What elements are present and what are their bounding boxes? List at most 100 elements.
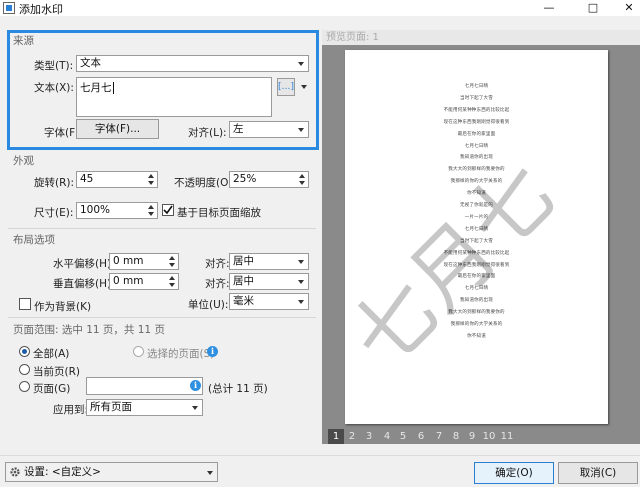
opacity-value: 25% xyxy=(233,173,257,185)
align-label: 对齐(L): xyxy=(188,127,227,139)
type-select[interactable]: 文本 xyxy=(76,55,309,72)
apply-to-label: 应用到: xyxy=(53,404,89,416)
chevron-down-icon xyxy=(301,85,307,89)
checkmark-icon xyxy=(163,205,173,215)
unit-label: 单位(U): xyxy=(188,299,229,311)
page-number-button[interactable]: 11 xyxy=(498,429,516,444)
insert-macro-dropdown[interactable] xyxy=(297,78,309,96)
opacity-spinbox[interactable]: 25% xyxy=(229,171,309,188)
v-offset-label: 垂直偏移(H): xyxy=(53,278,115,290)
chevron-down-icon xyxy=(298,300,304,304)
total-pages-label: (总计 11 页) xyxy=(208,383,268,395)
watermark-layer: 七月七 xyxy=(345,146,574,387)
all-pages-radio[interactable] xyxy=(19,346,30,357)
v-offset-value: 0 mm xyxy=(113,275,144,287)
page-number-button[interactable]: 2 xyxy=(344,429,360,444)
v-align-label: 对齐: xyxy=(205,278,230,290)
h-offset-value: 0 mm xyxy=(113,255,144,267)
chevron-down-icon xyxy=(192,406,198,410)
settings-select[interactable]: 设置: <自定义> xyxy=(5,462,218,482)
page-number-button[interactable]: 6 xyxy=(413,429,429,444)
page-number-button[interactable]: 4 xyxy=(379,429,395,444)
info-icon[interactable]: i xyxy=(190,380,201,391)
selected-pages-radio[interactable] xyxy=(133,346,144,357)
page-number-button[interactable]: 10 xyxy=(480,429,498,444)
cancel-button[interactable]: 取消(C) xyxy=(558,462,638,484)
selected-pages-label: 选择的页面(S) xyxy=(147,348,215,360)
page-number-button[interactable]: 7 xyxy=(431,429,447,444)
opacity-label: 不透明度(O): xyxy=(174,177,236,189)
appearance-header: 外观 xyxy=(13,155,34,167)
preview-page: 七月七日晴 当时下起了大雪 不能用何某种种东西的比较比起 现在这种东西我刚刚觉得很看到… xyxy=(345,50,608,424)
gear-icon xyxy=(10,467,20,477)
page-number-button[interactable]: 5 xyxy=(395,429,411,444)
all-pages-label: 全部(A) xyxy=(33,348,70,360)
background-label: 作为背景(K) xyxy=(34,301,92,313)
current-page-label: 当前页(R) xyxy=(33,366,80,378)
settings-value: 设置: <自定义> xyxy=(24,466,101,478)
source-header: 来源 xyxy=(13,35,34,47)
page-number-button[interactable]: 1 xyxy=(328,429,344,444)
current-page-radio[interactable] xyxy=(19,364,30,375)
spin-arrows-icon[interactable] xyxy=(145,172,157,187)
h-align-select[interactable]: 居中 xyxy=(229,253,309,270)
pages-radio[interactable] xyxy=(19,381,30,392)
app-icon xyxy=(3,2,15,14)
v-align-value: 居中 xyxy=(233,275,254,287)
chevron-down-icon xyxy=(207,471,213,475)
unit-select[interactable]: 毫米 xyxy=(229,293,309,310)
h-offset-spinbox[interactable]: 0 mm xyxy=(109,253,179,270)
h-align-label: 对齐: xyxy=(205,258,230,270)
v-offset-spinbox[interactable]: 0 mm xyxy=(109,273,179,290)
font-button[interactable]: 字体(F)... xyxy=(76,119,159,139)
spin-arrows-icon[interactable] xyxy=(296,172,308,187)
divider xyxy=(8,317,316,318)
unit-value: 毫米 xyxy=(233,295,254,307)
info-icon[interactable]: i xyxy=(207,346,218,357)
size-spinbox[interactable]: 100% xyxy=(76,202,158,219)
page-navigator: 1 2 3 4 5 6 7 8 9 10 11 xyxy=(322,429,640,444)
chevron-down-icon xyxy=(298,280,304,284)
text-value: 七月七 xyxy=(80,82,112,94)
page-range-header: 页面范围: 选中 11 页，共 11 页 xyxy=(13,324,165,336)
maximize-button[interactable]: □ xyxy=(576,0,610,16)
type-value: 文本 xyxy=(80,57,101,69)
apply-to-select[interactable]: 所有页面 xyxy=(86,399,203,416)
spin-arrows-icon[interactable] xyxy=(166,274,178,289)
scale-checkbox[interactable] xyxy=(162,204,174,216)
size-value: 100% xyxy=(80,204,111,216)
minimize-button[interactable]: — xyxy=(532,0,566,16)
chevron-down-icon xyxy=(298,62,304,66)
text-label: 文本(X): xyxy=(34,82,74,94)
ok-button[interactable]: 确定(O) xyxy=(474,462,554,484)
pages-input[interactable] xyxy=(86,377,203,395)
type-label: 类型(T): xyxy=(34,60,74,72)
apply-to-value: 所有页面 xyxy=(90,401,132,413)
h-offset-label: 水平偏移(H): xyxy=(53,258,115,270)
window-title: 添加水印 xyxy=(19,3,63,16)
text-input[interactable]: 七月七 xyxy=(76,77,272,117)
scale-label: 基于目标页面缩放 xyxy=(177,207,261,219)
background-checkbox[interactable] xyxy=(19,298,31,310)
page-number-button[interactable]: 8 xyxy=(448,429,464,444)
text-cursor xyxy=(112,82,114,94)
layout-header: 布局选项 xyxy=(13,234,55,246)
spin-arrows-icon[interactable] xyxy=(166,254,178,269)
h-align-value: 居中 xyxy=(233,255,254,267)
size-label: 尺寸(E): xyxy=(34,207,74,219)
close-button[interactable]: ✕ xyxy=(612,0,640,16)
spin-arrows-icon[interactable] xyxy=(145,203,157,218)
divider xyxy=(8,228,316,229)
v-align-select[interactable]: 居中 xyxy=(229,273,309,290)
rotation-label: 旋转(R): xyxy=(34,177,75,189)
chevron-down-icon xyxy=(298,128,304,132)
chevron-down-icon xyxy=(298,260,304,264)
rotation-value: 45 xyxy=(80,173,94,185)
rotation-spinbox[interactable]: 45 xyxy=(76,171,158,188)
page-number-button[interactable]: 3 xyxy=(361,429,377,444)
align-value: 左 xyxy=(233,123,244,135)
align-select[interactable]: 左 xyxy=(229,121,309,138)
preview-header: 预览页面: 1 xyxy=(322,30,640,45)
page-number-button[interactable]: 9 xyxy=(464,429,480,444)
insert-macro-button[interactable]: […] xyxy=(277,78,295,96)
